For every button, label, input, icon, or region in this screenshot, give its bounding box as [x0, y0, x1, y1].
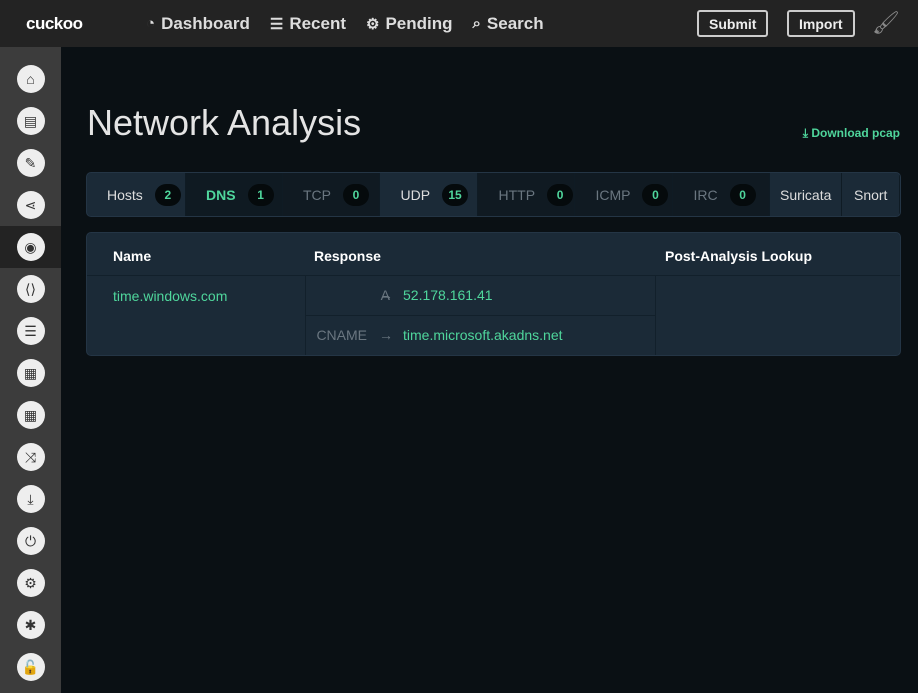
- share-icon: ⋖: [16, 191, 45, 219]
- tab-label: Snort: [853, 186, 888, 203]
- tab-label: HTTP: [498, 186, 536, 203]
- nav-search[interactable]: ⌕ Search: [473, 14, 544, 34]
- power-icon: ⏻: [16, 527, 45, 555]
- sidebar-item[interactable]: ⤨: [0, 436, 61, 478]
- tab-tcp[interactable]: TCP 0: [283, 173, 381, 216]
- sidebar-item[interactable]: ⏻: [0, 520, 61, 562]
- nav-recent[interactable]: ☰ Recent: [270, 14, 346, 34]
- sidebar-item[interactable]: ⤓: [0, 478, 61, 520]
- random-icon: ⤨: [16, 443, 45, 471]
- page-title: Network Analysis: [87, 102, 362, 143]
- sidebar-item[interactable]: ☰: [0, 310, 61, 352]
- nav-dashboard[interactable]: ◔ Dashboard: [146, 14, 250, 34]
- import-button[interactable]: Import: [787, 10, 855, 37]
- nav-label: Recent: [289, 13, 346, 33]
- sidebar-item[interactable]: ◉: [0, 226, 61, 268]
- tab-label: TCP: [303, 186, 331, 203]
- sidebar-item[interactable]: ⋖: [0, 184, 61, 226]
- arrow-icon: →: [379, 327, 393, 343]
- tab-label: UDP: [400, 186, 431, 203]
- tab-label: ICMP: [595, 186, 631, 203]
- header-lookup: Post-Analysis Lookup: [665, 248, 813, 264]
- book-icon: ▤: [16, 107, 45, 135]
- bug-icon: ✱: [16, 611, 45, 639]
- tab-icmp[interactable]: ICMP 0: [575, 173, 674, 216]
- tab-hosts[interactable]: Hosts 2: [87, 173, 186, 216]
- nav-pending[interactable]: ⚙ Pending: [366, 14, 453, 34]
- header-name: Name: [113, 248, 152, 264]
- count-badge: 15: [442, 183, 469, 206]
- arrow-icon: →: [379, 287, 393, 303]
- nav-label: Search: [486, 13, 544, 33]
- qrcode-icon: ▦: [16, 401, 45, 429]
- search-icon: ⌕: [472, 15, 481, 32]
- header-response: Response: [314, 248, 381, 264]
- dns-table: Name Response Post-Analysis Lookup time.…: [86, 232, 901, 356]
- count-badge: 2: [154, 183, 181, 206]
- download-icon: ⤓: [16, 485, 45, 513]
- file-code-icon: ⟨⟩: [16, 275, 45, 303]
- count-badge: 0: [343, 183, 369, 206]
- paintbrush-icon[interactable]: 🖌: [872, 10, 900, 36]
- qrcode-icon: ▦: [16, 359, 45, 387]
- top-navbar: cuckoo ◔ Dashboard ☰ Recent ⚙ Pending ⌕ Sear…: [0, 0, 918, 47]
- tab-irc[interactable]: IRC 0: [673, 173, 770, 216]
- globe-icon: ◉: [16, 233, 45, 261]
- count-badge: 0: [642, 183, 669, 206]
- tab-dns[interactable]: DNS 1: [186, 173, 283, 216]
- count-badge: 1: [247, 183, 274, 206]
- pencil-icon: ✎: [16, 149, 45, 177]
- sidebar-item[interactable]: ⟨⟩: [0, 268, 61, 310]
- tab-http[interactable]: HTTP 0: [478, 173, 576, 216]
- server-icon: ☰: [16, 317, 45, 345]
- tab-label: IRC: [693, 186, 718, 203]
- sidebar-item[interactable]: ⚙: [0, 562, 61, 604]
- tab-udp[interactable]: UDP 15: [380, 173, 479, 216]
- sidebar-item[interactable]: ▦: [0, 394, 61, 436]
- download-pcap-link[interactable]: ⤓ Download pcap: [803, 126, 900, 141]
- sidebar-item[interactable]: ✱: [0, 604, 61, 646]
- record-value: time.microsoft.akadns.net: [403, 327, 563, 343]
- sidebar-item[interactable]: 🔓: [0, 646, 61, 688]
- sidebar-item[interactable]: ▤: [0, 100, 61, 142]
- submit-button[interactable]: Submit: [697, 10, 769, 37]
- count-badge: 0: [729, 183, 756, 206]
- list-icon: ☰: [269, 15, 284, 33]
- home-icon: ⌂: [16, 65, 45, 93]
- network-tabs: Hosts 2 DNS 1 TCP 0 UDP 15 HTTP 0 ICMP 0 IRC 0 Suricat…: [86, 172, 901, 217]
- sidebar-item[interactable]: ✎: [0, 142, 61, 184]
- nav-label: Pending: [385, 13, 453, 33]
- sidebar-item[interactable]: ⌂: [0, 58, 61, 100]
- tab-label: DNS: [206, 186, 236, 203]
- tab-label: Suricata: [780, 186, 832, 203]
- sidebar-item[interactable]: ▦: [0, 352, 61, 394]
- count-badge: 0: [547, 183, 574, 206]
- sidebar: ⌂ ▤ ✎ ⋖ ◉ ⟨⟩ ☰ ▦ ▦ ⤨ ⤓ ⏻ ⚙ ✱ 🔓: [0, 47, 61, 693]
- tab-suricata[interactable]: Suricata: [770, 173, 843, 216]
- dns-name: time.windows.com: [113, 288, 228, 304]
- record-type: CNAME: [316, 327, 367, 343]
- cogs-icon: ⚙: [16, 569, 45, 597]
- record-value: 52.178.161.41: [403, 287, 493, 303]
- tab-label: Hosts: [107, 186, 143, 203]
- cogs-icon: ⚙: [366, 15, 380, 33]
- tab-snort[interactable]: Snort: [842, 173, 900, 216]
- dashboard-icon: ◔: [146, 15, 156, 32]
- nav-label: Dashboard: [161, 13, 250, 33]
- cuckoo-logo[interactable]: cuckoo: [26, 14, 126, 34]
- unlock-icon: 🔓: [16, 653, 45, 681]
